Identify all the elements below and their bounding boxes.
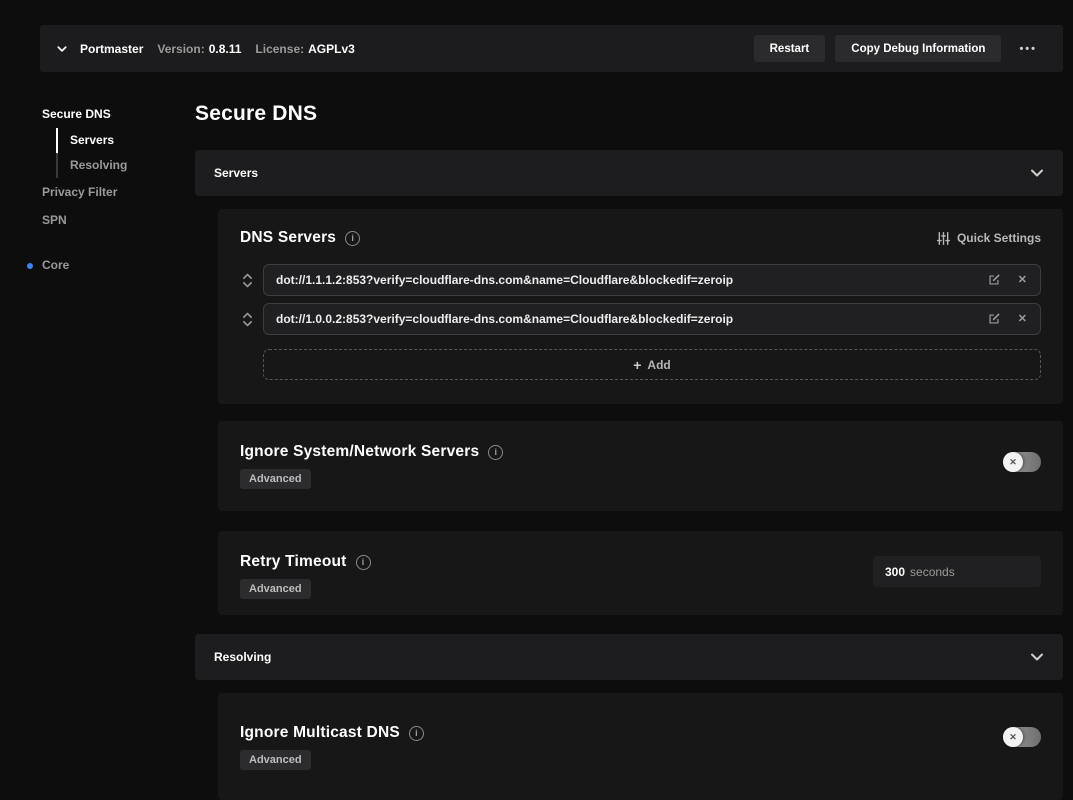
secure-dns-subnav: Servers Resolving <box>56 128 185 178</box>
section-servers-label: Servers <box>214 166 258 180</box>
dns-server-input[interactable] <box>276 273 974 287</box>
sidebar-item-privacy-filter[interactable]: Privacy Filter <box>0 178 185 206</box>
version-value: 0.8.11 <box>209 42 242 56</box>
restart-button[interactable]: Restart <box>754 35 826 62</box>
titlebar: Portmaster Version: 0.8.11 License: AGPL… <box>40 25 1063 72</box>
quick-settings-button[interactable]: Quick Settings <box>937 231 1041 245</box>
app-name: Portmaster <box>80 42 143 56</box>
info-icon[interactable]: i <box>345 231 360 246</box>
retry-timeout-unit: seconds <box>910 565 955 579</box>
edit-icon[interactable] <box>983 271 1005 289</box>
more-options-icon[interactable]: ••• <box>1011 37 1045 61</box>
dns-server-row: ✕ <box>240 303 1041 335</box>
ignore-multicast-dns-card: Ignore Multicast DNS i Advanced ✕ <box>218 693 1063 800</box>
info-icon[interactable]: i <box>356 555 371 570</box>
settings-content: Secure DNS Servers DNS Servers i Quick S… <box>195 95 1063 800</box>
sidebar-item-secure-dns[interactable]: Secure DNS <box>0 100 185 128</box>
sidebar-item-core[interactable]: Core <box>0 251 185 279</box>
add-server-button[interactable]: + Add <box>263 349 1041 380</box>
section-resolving-label: Resolving <box>214 650 271 664</box>
ignore-system-toggle[interactable]: ✕ <box>1003 452 1041 472</box>
retry-timeout-title: Retry Timeout <box>240 553 347 571</box>
advanced-badge: Advanced <box>240 579 311 599</box>
version-label: Version: <box>157 42 204 56</box>
close-x-glyph: ✕ <box>1018 275 1027 286</box>
dns-server-row: ✕ <box>240 264 1041 296</box>
settings-sidebar: Secure DNS Servers Resolving Privacy Fil… <box>0 100 185 279</box>
ignore-system-title: Ignore System/Network Servers <box>240 443 479 461</box>
chevron-down-icon <box>1029 165 1045 181</box>
edit-icon[interactable] <box>983 310 1005 328</box>
copy-debug-information-button[interactable]: Copy Debug Information <box>835 35 1001 62</box>
info-icon[interactable]: i <box>409 726 424 741</box>
plus-icon: + <box>633 358 641 372</box>
retry-timeout-input[interactable]: 300 seconds <box>873 556 1041 587</box>
sidebar-item-servers[interactable]: Servers <box>56 128 185 153</box>
section-header-servers[interactable]: Servers <box>195 150 1063 196</box>
dns-server-input[interactable] <box>276 312 974 326</box>
sidebar-item-spn[interactable]: SPN <box>0 206 185 234</box>
ignore-multicast-toggle[interactable]: ✕ <box>1003 727 1041 747</box>
section-header-resolving[interactable]: Resolving <box>195 634 1063 680</box>
titlebar-actions: Restart Copy Debug Information ••• <box>754 35 1045 62</box>
page-title: Secure DNS <box>195 102 1063 126</box>
dns-servers-title: DNS Servers <box>240 229 336 247</box>
advanced-badge: Advanced <box>240 750 311 770</box>
sidebar-item-core-label: Core <box>42 258 69 272</box>
toggle-off-x-icon: ✕ <box>1003 727 1023 747</box>
dns-servers-card: DNS Servers i Quick Settings <box>218 209 1063 404</box>
sidebar-item-resolving[interactable]: Resolving <box>56 153 185 178</box>
notification-dot-icon <box>27 263 33 269</box>
tune-sliders-icon <box>937 232 950 245</box>
license-value: AGPLv3 <box>308 42 355 56</box>
remove-server-icon[interactable]: ✕ <box>1014 312 1031 327</box>
retry-timeout-card: Retry Timeout i Advanced 300 seconds <box>218 531 1063 615</box>
chevron-down-icon <box>1029 649 1045 665</box>
retry-timeout-value: 300 <box>885 565 905 579</box>
remove-server-icon[interactable]: ✕ <box>1014 273 1031 288</box>
info-icon[interactable]: i <box>488 445 503 460</box>
ignore-multicast-title: Ignore Multicast DNS <box>240 724 400 742</box>
ignore-system-servers-card: Ignore System/Network Servers i Advanced… <box>218 421 1063 511</box>
quick-settings-label: Quick Settings <box>957 231 1041 245</box>
collapse-chevron-down-icon[interactable] <box>52 39 72 59</box>
add-server-label: Add <box>647 358 670 372</box>
drag-reorder-icon[interactable] <box>240 311 254 328</box>
titlebar-info: Portmaster Version: 0.8.11 License: AGPL… <box>52 39 369 59</box>
license-label: License: <box>255 42 304 56</box>
dns-server-input-wrap: ✕ <box>263 264 1041 296</box>
drag-reorder-icon[interactable] <box>240 272 254 289</box>
dns-server-input-wrap: ✕ <box>263 303 1041 335</box>
toggle-off-x-icon: ✕ <box>1003 452 1023 472</box>
close-x-glyph: ✕ <box>1018 314 1027 325</box>
advanced-badge: Advanced <box>240 469 311 489</box>
